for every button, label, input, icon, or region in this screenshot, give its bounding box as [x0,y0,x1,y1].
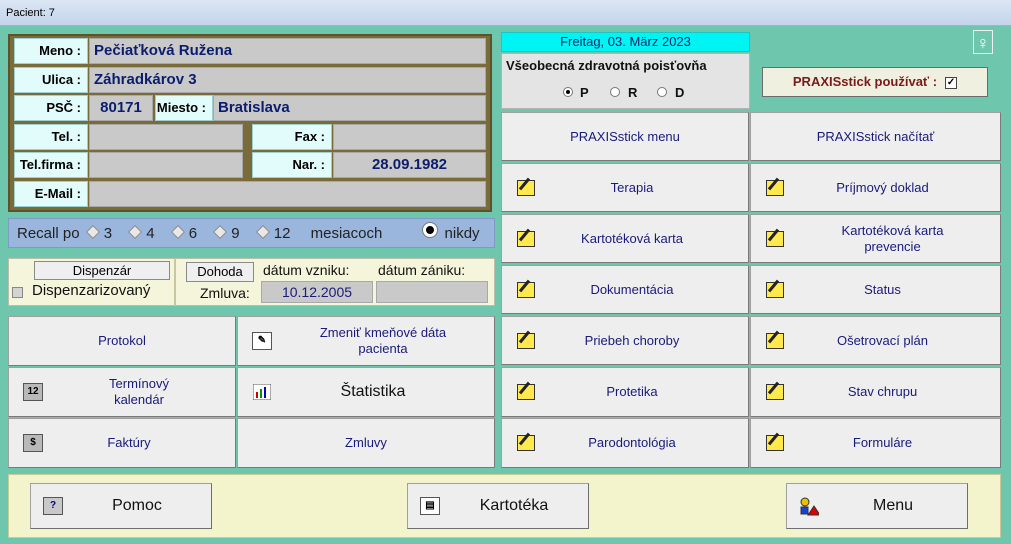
female-icon: ♀ [973,30,993,54]
radio-diamond-icon [170,224,185,240]
radio-icon [657,87,667,97]
name-label: Meno : [14,38,88,64]
street-label: Ulica : [14,67,88,93]
documentation-button[interactable]: Dokumentácia [501,265,749,314]
name-field[interactable]: Pečiaťková Ružena [89,38,486,64]
radio-selected-icon [422,223,437,237]
checkbox-checked-icon[interactable]: ✓ [945,76,958,89]
zip-label: PSČ : [14,95,88,121]
edit-pencil-icon [516,332,536,350]
edit-pencil-icon [516,230,536,248]
edit-pencil-icon [516,383,536,401]
edit-pencil-icon [765,230,785,248]
divider [174,258,176,306]
fax-label: Fax : [252,124,332,150]
dispensarized-checkbox[interactable] [12,287,23,298]
edit-pencil-icon [765,332,785,350]
insurance-option-r[interactable]: R [610,85,637,100]
statistics-button[interactable]: Štatistika [237,367,495,417]
menu-button[interactable]: Menu [786,483,968,529]
praxisstick-load-button[interactable]: PRAXISstick načítať [750,112,1001,161]
radio-diamond-icon [213,224,228,240]
birth-field[interactable]: 28.09.1982 [333,152,486,178]
edit-pencil-icon [765,281,785,299]
window-title: Pacient: 7 [0,0,1011,26]
created-date-label: dátum vzniku: [263,262,350,278]
radio-diamond-icon [85,224,100,240]
edit-pencil-icon [516,179,536,197]
radio-diamond-icon [128,224,143,240]
cardfile-icon: ▤ [420,497,440,515]
help-question-icon: ? [43,497,63,515]
ended-date-field[interactable] [376,281,488,303]
recall-bar: Recall po 3 4 6 9 12 mesiacoch nikdy [8,218,495,248]
phone-company-label: Tel.firma : [14,152,88,178]
recall-option-6[interactable]: 6 [169,219,197,249]
street-field[interactable]: Záhradkárov 3 [89,67,486,93]
protocol-button[interactable]: Protokol [8,316,236,366]
phone-field[interactable] [89,124,243,150]
therapy-button[interactable]: Terapia [501,163,749,212]
praxisstick-use-toggle[interactable]: PRAXISstick používať : ✓ [762,67,988,97]
recall-option-9[interactable]: 9 [211,219,240,249]
forms-button[interactable]: Formuláre [750,418,1001,468]
edit-pencil-icon [516,281,536,299]
periodontology-button[interactable]: Parodontológia [501,418,749,468]
recall-unit: mesiacoch [310,225,383,242]
shapes-menu-icon [799,497,819,516]
contract-label: Zmluva: [200,285,250,301]
recall-label: Recall po [17,225,80,242]
recall-option-12[interactable]: 12 [254,219,290,249]
created-date-field[interactable]: 10.12.2005 [261,281,373,303]
change-patient-data-button[interactable]: ✎ Zmeniť kmeňové dáta pacienta [237,316,495,366]
recall-option-3[interactable]: 3 [84,219,112,249]
invoice-icon: $ [23,434,43,452]
fax-field[interactable] [333,124,486,150]
ended-date-label: dátum zániku: [378,262,466,278]
help-button[interactable]: ? Pomoc [30,483,212,529]
radio-icon [610,87,620,97]
edit-pencil-icon [516,434,536,452]
recall-option-4[interactable]: 4 [126,219,155,249]
city-label: Miesto : [155,95,213,121]
recall-option-never[interactable]: nikdy [421,219,480,249]
calendar-icon: 12 [23,383,43,401]
dispensary-button[interactable]: Dispenzár [34,261,170,280]
edit-pencil-icon [765,383,785,401]
insurance-option-d[interactable]: D [657,85,684,100]
prosthetics-button[interactable]: Protetika [501,367,749,417]
receipt-button[interactable]: Príjmový doklad [750,163,1001,212]
city-field[interactable]: Bratislava [213,95,486,121]
praxisstick-menu-button[interactable]: PRAXISstick menu [501,112,749,161]
insurance-title: Všeobecná zdravotná poisťovňa [506,58,707,73]
card-prevention-button[interactable]: Kartotéková karta prevencie [750,214,1001,263]
zip-field[interactable]: 80171 [89,95,153,121]
cardfile-button[interactable]: ▤ Kartotéka [407,483,589,529]
phone-label: Tel. : [14,124,88,150]
dispensarized-label: Dispenzarizovaný [32,282,151,299]
treatment-plan-button[interactable]: Ošetrovací plán [750,316,1001,365]
teeth-state-button[interactable]: Stav chrupu [750,367,1001,417]
phone-company-field[interactable] [89,152,243,178]
birth-label: Nar. : [252,152,332,178]
insurance-panel: Všeobecná zdravotná poisťovňa P R D [501,53,750,109]
radio-diamond-icon [255,224,270,240]
bar-chart-icon [252,383,272,401]
agreement-button[interactable]: Dohoda [186,262,254,282]
edit-form-icon: ✎ [252,332,272,350]
disease-course-button[interactable]: Priebeh choroby [501,316,749,365]
edit-pencil-icon [765,434,785,452]
current-date: Freitag, 03. März 2023 [501,32,750,52]
email-field[interactable] [89,181,486,207]
contracts-button[interactable]: Zmluvy [237,418,495,468]
appointment-calendar-button[interactable]: 12 Termínový kalendár [8,367,236,417]
status-button[interactable]: Status [750,265,1001,314]
email-label: E-Mail : [14,181,88,207]
card-button[interactable]: Kartotéková karta [501,214,749,263]
invoices-button[interactable]: $ Faktúry [8,418,236,468]
edit-pencil-icon [765,179,785,197]
insurance-option-p[interactable]: P [562,85,589,100]
radio-selected-icon [564,88,572,96]
